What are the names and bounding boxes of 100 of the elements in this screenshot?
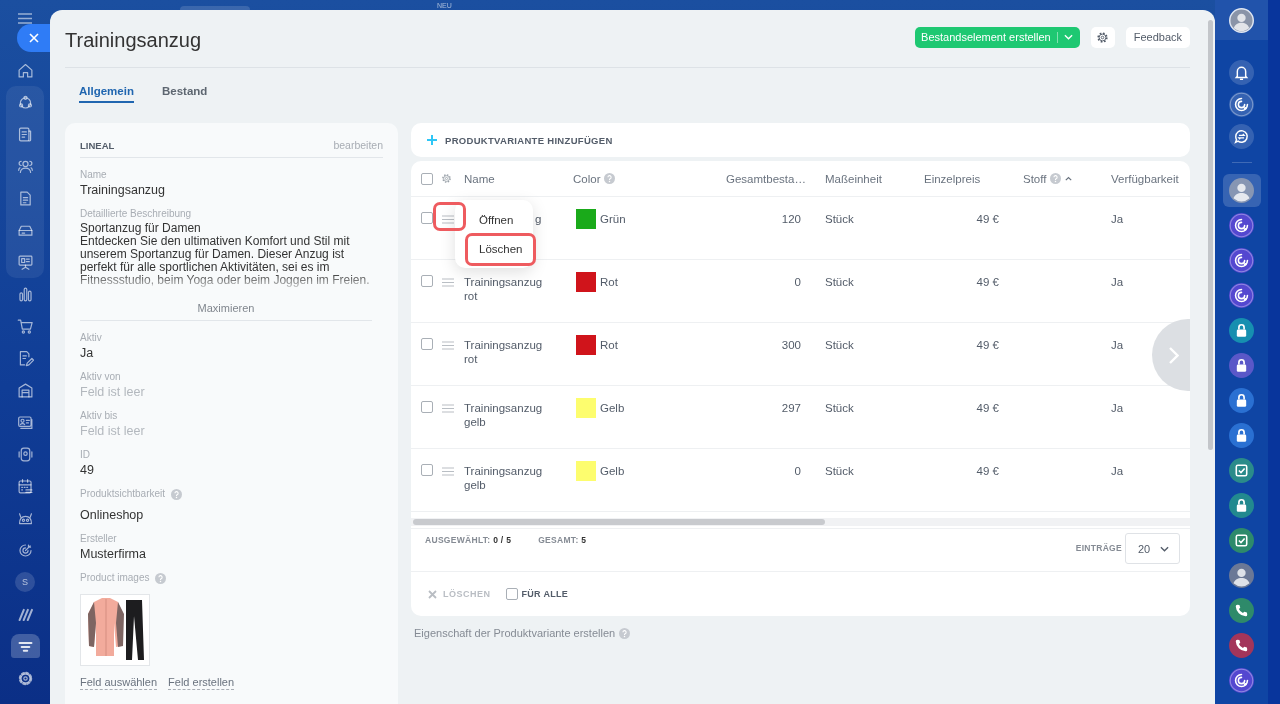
page-size-select[interactable]: 20 [1125,533,1180,564]
feedback-button[interactable]: Feedback [1125,26,1190,48]
table-cell: 49 € [976,465,999,477]
table-cell: Stück [825,402,854,414]
checkbox[interactable] [505,588,518,600]
warehouse-icon[interactable] [16,381,34,399]
select-all-checkbox[interactable] [421,172,433,185]
spiral-icon[interactable] [1229,283,1254,308]
column-header[interactable]: Name [464,172,495,185]
target-icon[interactable] [16,541,34,559]
table-cell-text: Trainingsanzug rot [464,338,544,366]
chevron-right-icon [1168,345,1179,365]
spiral-icon[interactable] [1229,213,1254,238]
active-item-tile[interactable] [10,634,40,658]
lock-icon[interactable] [1229,388,1254,413]
settings-button[interactable] [1090,26,1115,48]
column-header[interactable]: Gesamtbesta… [726,172,806,185]
spiral-icon[interactable] [1229,248,1254,273]
cart-icon[interactable] [16,317,34,335]
table-cell: 300 [781,339,801,351]
field-link[interactable]: Feld erstellen [168,676,235,690]
avatar-icon[interactable] [1229,178,1254,203]
lock-icon[interactable] [1229,318,1254,343]
field-label: Name [80,169,107,181]
network-icon[interactable] [16,93,34,111]
table-cell: Grün [600,212,626,226]
field-value: 49 [80,462,94,478]
phone-icon[interactable] [1229,598,1254,623]
chevron-down-icon [1063,34,1073,40]
avatar-icon[interactable] [1229,563,1254,588]
cross-icon [428,589,437,599]
row-checkbox[interactable] [421,212,433,224]
bar-chart-icon[interactable] [16,285,34,303]
device-icon[interactable] [16,445,34,463]
table-cell-text: Trainingsanzug rot [464,275,544,303]
close-icon [28,33,39,43]
table-cell: Stück [825,465,854,477]
field-label: Detaillierte Beschreibung [80,208,192,220]
chat-icon[interactable] [1229,123,1254,149]
plus-icon [427,135,437,145]
initial-avatar[interactable]: S [15,572,35,592]
row-checkbox[interactable] [421,401,433,413]
description-text: Sportanzug für Damen Entdecken Sie den ultimativen Komfort und Stil mit unserem Sportanzug für Damen. Dieser Anzug ist perfekt für alle sportlichen Aktivitäten, sei es im Fitnessstudio, beim Yoga oder beim Joggen im Freien. [80,222,371,287]
row-checkbox[interactable] [421,464,433,476]
lock-icon[interactable] [1229,423,1254,448]
horizontal-scrollbar[interactable] [411,518,1190,526]
row-checkbox[interactable] [421,275,433,287]
vertical-scrollbar[interactable] [1208,20,1213,450]
scrollbar-thumb[interactable] [413,519,825,525]
spiral-icon[interactable] [1229,668,1254,693]
account-button[interactable] [1215,0,1268,40]
table-cell: 49 € [976,339,999,351]
empty-field-hint: Feld ist leer [80,384,145,400]
column-header[interactable]: Verfügbarkeit [1111,172,1179,185]
calendar-icon[interactable] [16,477,34,495]
settings-icon [1096,30,1110,44]
bell-icon[interactable] [1229,59,1254,85]
table-cell: 120 [781,213,801,225]
table-cell: Gelb [600,464,625,478]
row-checkbox[interactable] [421,338,433,350]
field-label: Ersteller [80,533,117,545]
table-cell: 49 € [976,276,999,288]
column-header[interactable]: Maßeinheit [825,172,882,185]
home-icon[interactable] [16,61,34,79]
phone-icon[interactable] [1229,633,1254,658]
add-variant-button[interactable]: PRODUKTVARIANTE HINZUFÜGEN [411,123,1190,157]
presentation-icon[interactable] [16,253,34,271]
column-header[interactable]: Color [573,172,601,185]
table-cell: 0 [794,276,801,288]
table-cell-text: Trainingsanzug gelb [464,401,544,429]
product-image[interactable] [80,594,150,666]
field-value: Onlineshop [80,507,144,523]
field-link[interactable]: Feld auswählen [80,676,158,690]
menu-item[interactable]: Öffnen [465,208,514,232]
column-header[interactable]: Einzelpreis [924,172,981,185]
menu-item[interactable]: Löschen [465,233,537,266]
field-value: Musterfirma [80,546,146,562]
active-chat-tile[interactable] [1222,174,1261,207]
lock-icon[interactable] [1229,353,1254,378]
table-cell: Ja [1111,276,1124,288]
tab[interactable]: Allgemein [79,84,134,103]
field-label: Aktiv von [80,371,121,383]
lock-icon[interactable] [1229,493,1254,518]
selection-count: AUSGEWÄHLT: 0 / 5 [425,535,512,545]
table-cell: Ja [1111,339,1124,351]
spiral-icon[interactable] [1229,91,1254,117]
column-header[interactable]: Stoff [1023,172,1047,185]
table-cell: 49 € [976,213,999,225]
tab[interactable]: Bestand [161,84,208,103]
close-button[interactable] [17,24,50,52]
id-card-icon[interactable] [16,413,34,431]
newspaper-icon[interactable] [16,125,34,143]
expand-button[interactable]: Maximieren [193,295,259,320]
table-cell: Ja [1111,213,1124,225]
checkbox-label[interactable]: FÜR ALLE [521,589,569,599]
table-cell: Stück [825,339,854,351]
settings-icon[interactable] [16,669,34,687]
create-property-link[interactable]: Eigenschaft der Produktvariante erstellen [414,627,616,639]
field-label: Product images [80,572,150,584]
table-cell: 49 € [976,402,999,414]
